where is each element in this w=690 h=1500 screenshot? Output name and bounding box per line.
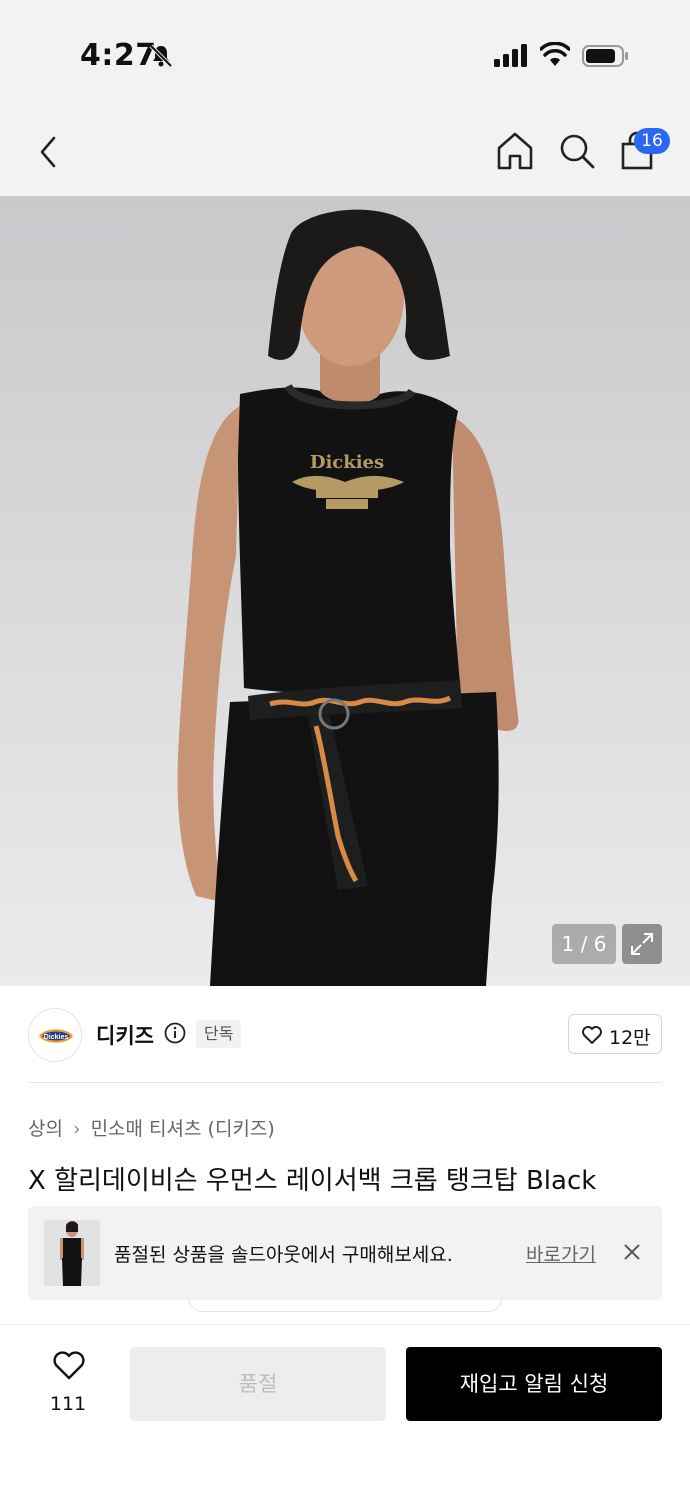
soldout-button: 품절 [130, 1347, 386, 1421]
status-bar: 4:27 [0, 0, 690, 100]
product-thumbnail [44, 1220, 100, 1286]
chevron-right-icon: › [72, 1118, 81, 1140]
print-brand-text: Dickies [310, 452, 384, 473]
close-icon[interactable] [622, 1242, 642, 1262]
exclusive-tag: 단독 [196, 1020, 242, 1048]
cart-count-badge: 16 [634, 128, 670, 154]
heart-icon [53, 1351, 85, 1380]
brand-name[interactable]: 디키즈 [96, 1020, 154, 1050]
dickies-logo-icon: Dickies [39, 1029, 73, 1043]
home-icon[interactable] [494, 130, 536, 172]
soldout-banner: 품절된 상품을 솔드아웃에서 구매해보세요. 바로가기 [28, 1206, 662, 1300]
status-time: 4:27 [80, 38, 157, 73]
hidden-pill-edge [188, 1298, 502, 1312]
logo-text: Dickies [44, 1034, 69, 1041]
image-counter: 1 / 6 [552, 924, 616, 964]
top-area: 4:27 [0, 0, 690, 196]
shortcut-link[interactable]: 바로가기 [526, 1240, 596, 1267]
wishlist-button[interactable]: 111 [44, 1347, 92, 1427]
expand-icon[interactable] [622, 924, 662, 964]
divider [28, 1082, 662, 1083]
breadcrumb: 상의 › 민소매 티셔츠 (디키즈) [28, 1114, 275, 1141]
wifi-icon [540, 42, 570, 66]
breadcrumb-subcategory[interactable]: 민소매 티셔츠 (디키즈) [91, 1118, 275, 1140]
brand-row: Dickies 디키즈 단독 12만 [0, 986, 690, 1084]
navigation-bar [0, 110, 690, 196]
product-photo: Dickies [0, 196, 690, 986]
brand-logo[interactable]: Dickies [28, 1008, 82, 1062]
back-arrow-icon[interactable] [30, 132, 66, 172]
wishlist-count: 111 [49, 1393, 87, 1415]
breadcrumb-category[interactable]: 상의 [28, 1118, 63, 1140]
brand-like-count: 12만 [609, 1027, 651, 1049]
heart-icon [582, 1026, 602, 1044]
product-image-gallery[interactable]: Dickies [0, 196, 690, 986]
search-icon[interactable] [556, 130, 598, 172]
cellular-signal-icon [494, 44, 527, 67]
brand-like-button[interactable]: 12만 [568, 1014, 662, 1054]
info-icon[interactable] [164, 1022, 186, 1044]
soldout-message: 품절된 상품을 솔드아웃에서 구매해보세요. [114, 1244, 453, 1266]
restock-alert-button[interactable]: 재입고 알림 신청 [406, 1347, 662, 1421]
bottom-action-bar: 111 품절 재입고 알림 신청 [0, 1324, 690, 1500]
product-title: X 할리데이비슨 우먼스 레이서백 크롭 탱크탑 Black [28, 1166, 597, 1196]
battery-icon [582, 45, 628, 67]
bell-muted-icon [149, 44, 173, 68]
